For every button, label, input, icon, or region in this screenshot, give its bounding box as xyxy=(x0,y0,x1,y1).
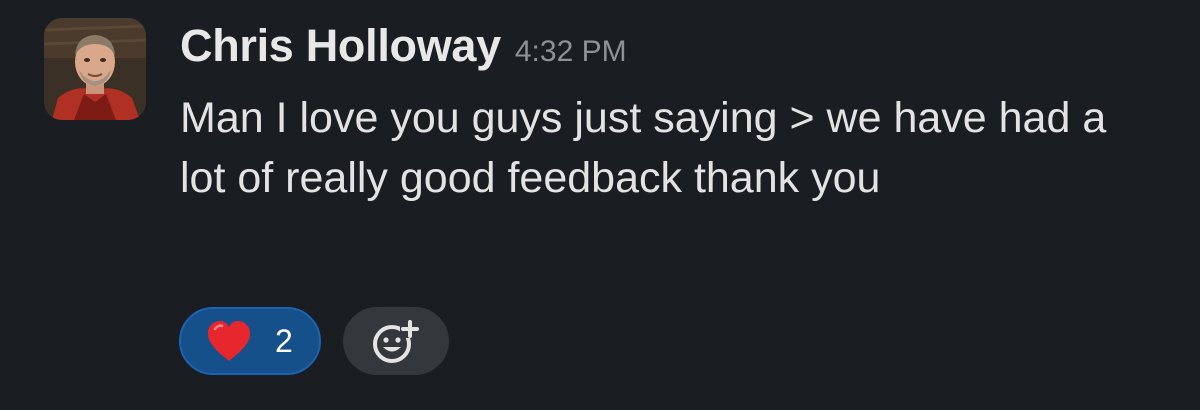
avatar[interactable] xyxy=(44,18,146,120)
timestamp[interactable]: 4:32 PM xyxy=(515,35,627,69)
message-header: Chris Holloway 4:32 PM xyxy=(180,20,627,80)
message-text: Man I love you guys just saying > we hav… xyxy=(180,94,1107,202)
reaction-count: 2 xyxy=(275,322,293,359)
author-name[interactable]: Chris Holloway xyxy=(180,20,501,72)
add-emoji-icon xyxy=(373,320,419,363)
add-reaction-button[interactable] xyxy=(343,307,449,375)
heart-emoji-icon xyxy=(207,321,251,361)
avatar-photo xyxy=(44,18,146,120)
reaction-heart[interactable]: 2 xyxy=(179,307,321,375)
reactions-bar: 2 xyxy=(179,307,449,375)
message: Chris Holloway 4:32 PM Man I love you gu… xyxy=(0,0,1200,410)
